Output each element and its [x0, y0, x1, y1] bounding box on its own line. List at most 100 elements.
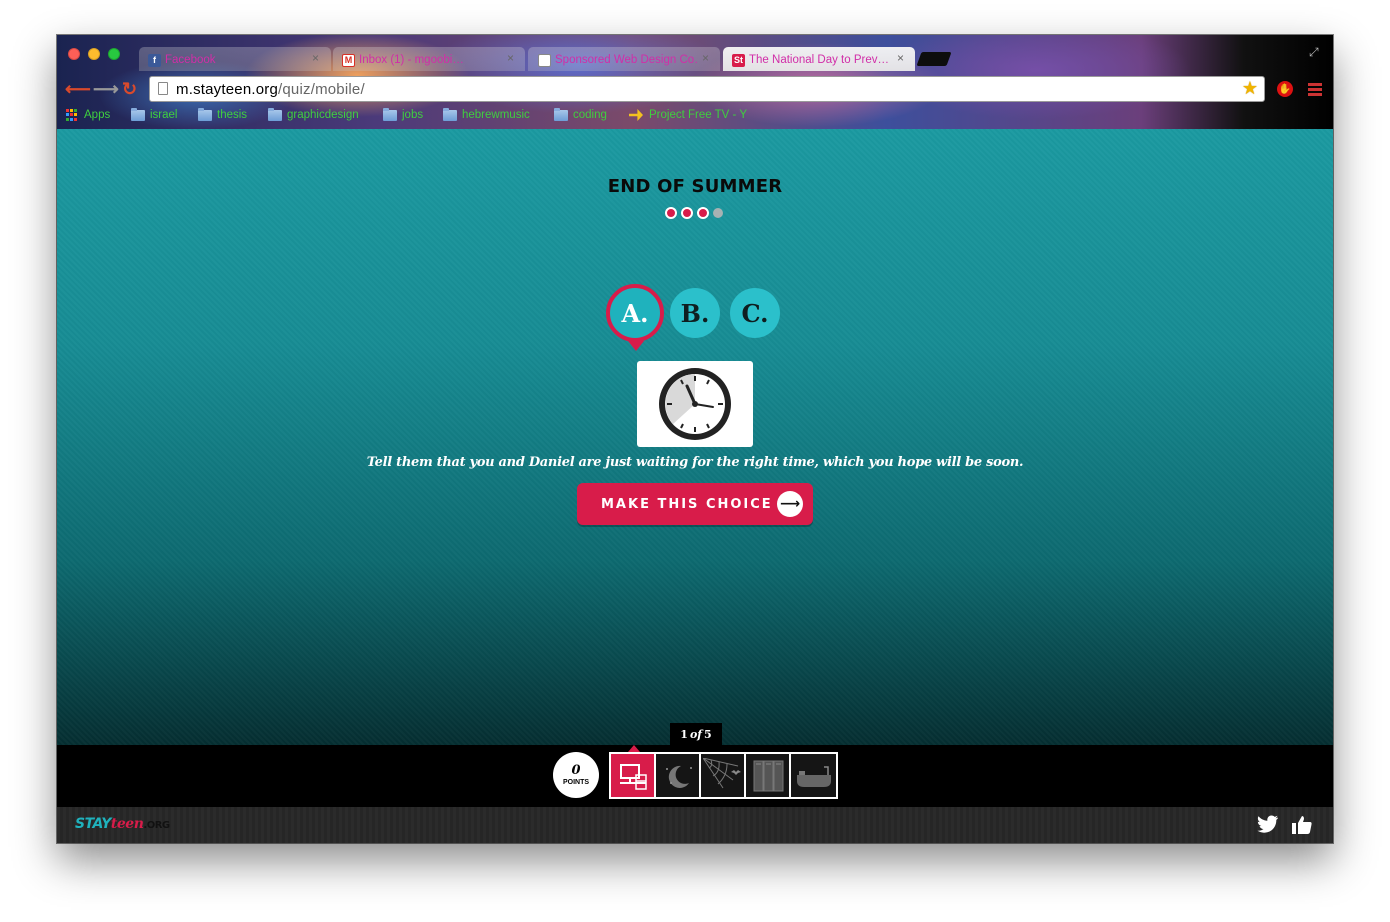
step-of: of — [689, 727, 703, 741]
bookmark-label: Apps — [84, 109, 111, 121]
apps-grid-icon — [66, 109, 78, 121]
lockers-icon — [753, 760, 783, 791]
logo-teen: teen — [110, 816, 144, 832]
reload-icon[interactable]: ↻ — [122, 79, 137, 100]
address-bar[interactable]: m.stayteen.org/quiz/mobile/ ★ — [149, 76, 1265, 102]
gmail-icon: M — [342, 53, 355, 67]
tab-facebook-label: f Facebook — [148, 51, 308, 69]
progress-dot-complete — [681, 207, 693, 219]
url-text[interactable]: m.stayteen.org/quiz/mobile/ — [176, 81, 365, 98]
points-label: POINTS — [562, 779, 590, 786]
folder-icon — [554, 107, 568, 121]
thumbs-up-icon[interactable] — [1291, 815, 1313, 840]
bookmark-folder-jobs[interactable]: jobs — [383, 107, 423, 121]
folder-icon — [198, 107, 212, 121]
tab-close-icon[interactable]: × — [702, 51, 709, 65]
tab-title: Inbox (1) - mgoobi… — [359, 54, 464, 66]
adblock-extension-icon[interactable]: ✋ — [1277, 81, 1293, 97]
logo-org: .ORG — [143, 820, 170, 831]
maximize-window-button[interactable] — [108, 48, 120, 60]
bookmark-label: graphicdesign — [287, 109, 359, 121]
bookmark-project-free-tv[interactable]: Project Free TV - Y — [629, 109, 747, 121]
project-free-tv-icon — [629, 109, 643, 121]
choice-b-button[interactable]: B. — [670, 288, 720, 338]
scene-computer-desk[interactable] — [611, 745, 656, 797]
browser-menu-icon[interactable] — [1308, 83, 1322, 98]
document-icon — [538, 53, 551, 67]
bookmark-label: hebrewmusic — [462, 109, 530, 121]
moon-night-icon — [665, 765, 692, 788]
tab-stayteen-label: St The National Day to Prev… — [732, 51, 892, 69]
bookmark-label: thesis — [217, 109, 248, 121]
tab-sponsored-label: Sponsored Web Design Co… — [538, 51, 698, 69]
back-arrow-icon[interactable]: ⟵ — [65, 79, 91, 100]
computer-desk-icon — [619, 763, 647, 790]
stayteen-logo[interactable]: STAYteen.ORG — [75, 816, 170, 832]
choice-c-button[interactable]: C. — [730, 288, 780, 338]
scene-strip — [609, 745, 838, 799]
bookmark-folder-graphicdesign[interactable]: graphicdesign — [268, 107, 359, 121]
quiz-progress-dots — [665, 207, 723, 219]
forward-arrow-icon[interactable]: ⟶ — [93, 79, 119, 100]
stayteen-icon: St — [732, 53, 745, 67]
bathtub-icon — [796, 765, 831, 787]
tab-close-icon[interactable]: × — [897, 51, 904, 65]
scene-lockers[interactable] — [746, 754, 791, 797]
bookmark-label: israel — [150, 109, 178, 121]
bookmark-folder-israel[interactable]: israel — [131, 107, 178, 121]
choice-illustration-card — [637, 361, 753, 447]
fullscreen-icon[interactable]: ⤢ — [1309, 45, 1319, 60]
tab-title: Sponsored Web Design Co… — [555, 54, 698, 66]
make-choice-label: MAKE THIS CHOICE — [601, 496, 773, 512]
arrow-right-icon: ⟶ — [777, 491, 803, 517]
browser-window: f Facebook × M Inbox (1) - mgoobi… × Spo… — [57, 35, 1333, 843]
choice-a-button[interactable]: A. — [606, 284, 664, 342]
progress-dot-remaining — [713, 208, 723, 218]
close-window-button[interactable] — [68, 48, 80, 60]
step-total: 5 — [704, 727, 712, 741]
tab-inbox-label: M Inbox (1) - mgoobi… — [342, 51, 502, 69]
spiderweb-bats-icon — [702, 757, 741, 788]
folder-icon — [131, 107, 145, 121]
bookmark-star-icon[interactable]: ★ — [1242, 78, 1258, 99]
bookmark-label: Project Free TV - Y — [649, 109, 747, 121]
url-host: m.stayteen.org — [176, 81, 279, 98]
selected-choice-pointer — [628, 341, 644, 351]
choice-description: Tell them that you and Daniel are just w… — [366, 455, 1024, 470]
bookmark-label: coding — [573, 109, 607, 121]
progress-dot-complete — [665, 207, 677, 219]
quiz-title: END OF SUMMER — [607, 176, 783, 197]
bookmark-folder-coding[interactable]: coding — [554, 107, 607, 121]
tab-close-icon[interactable]: × — [312, 51, 319, 65]
browser-chrome: f Facebook × M Inbox (1) - mgoobi… × Spo… — [57, 35, 1333, 129]
scene-spiderweb[interactable] — [701, 754, 746, 797]
twitter-icon[interactable] — [1257, 815, 1279, 838]
bookmark-folder-thesis[interactable]: thesis — [198, 107, 248, 121]
folder-icon — [443, 107, 457, 121]
quiz-page: END OF SUMMER A. B. C. Tell them that yo… — [57, 129, 1333, 745]
bookmark-folder-hebrewmusic[interactable]: hebrewmusic — [443, 107, 530, 121]
bookmark-apps[interactable]: Apps — [66, 109, 110, 121]
folder-icon — [268, 107, 282, 121]
tab-title: Facebook — [165, 54, 216, 66]
url-path: /quiz/mobile/ — [278, 81, 365, 98]
page-icon — [158, 82, 168, 95]
scene-bathtub[interactable] — [791, 754, 836, 797]
tab-title: The National Day to Prev… — [749, 54, 889, 66]
progress-dot-complete — [697, 207, 709, 219]
step-counter: 1 of 5 — [670, 723, 722, 745]
logo-stay: STAY — [75, 816, 111, 832]
new-tab-button[interactable] — [916, 52, 952, 66]
clock-icon — [659, 368, 731, 440]
tab-close-icon[interactable]: × — [507, 51, 514, 65]
site-footer: STAYteen.ORG — [57, 807, 1333, 843]
minimize-window-button[interactable] — [88, 48, 100, 60]
browser-toolbar: ⟵ ⟶ ↻ m.stayteen.org/quiz/mobile/ ★ ✋ — [57, 71, 1333, 105]
current-scene-pointer — [628, 745, 640, 752]
points-value: 0 — [571, 763, 581, 778]
scene-night[interactable] — [656, 754, 701, 797]
points-badge: 0 POINTS — [553, 752, 599, 798]
folder-icon — [383, 107, 397, 121]
scoreboard-bar: 0 POINTS — [57, 745, 1333, 807]
make-this-choice-button[interactable]: MAKE THIS CHOICE ⟶ — [577, 483, 813, 525]
